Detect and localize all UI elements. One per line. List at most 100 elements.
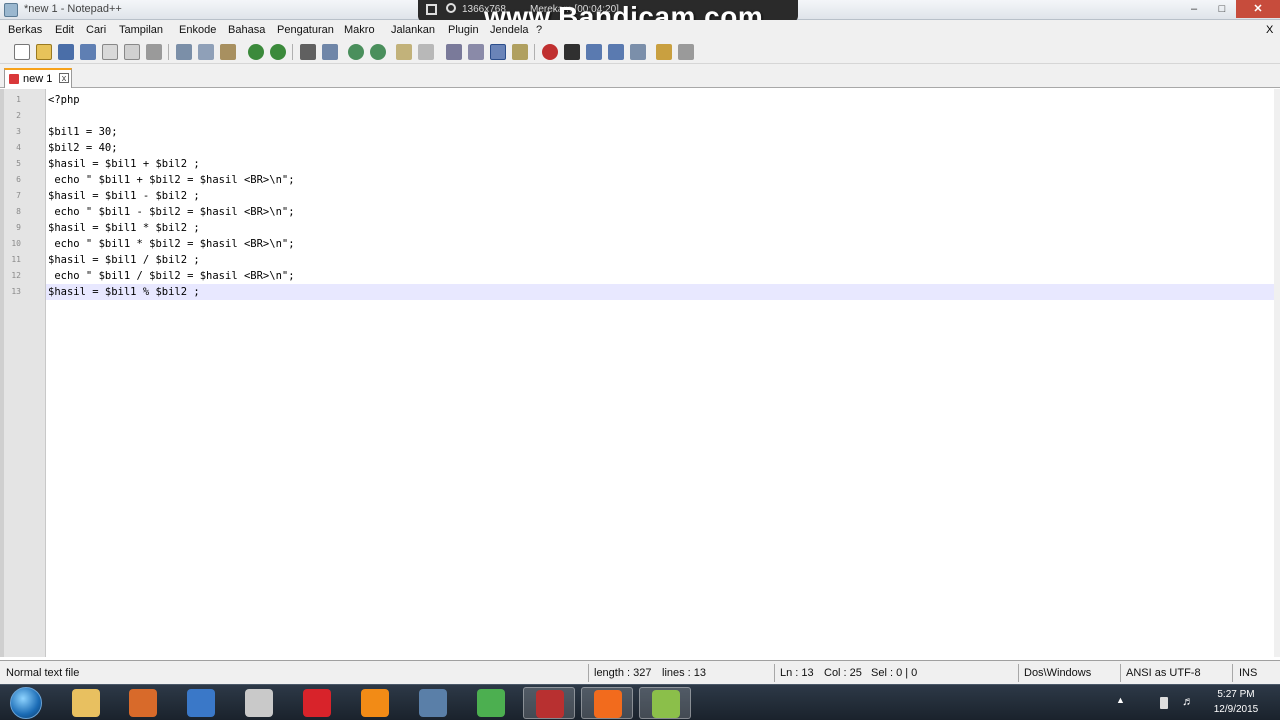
- taskbar-app[interactable]: [581, 687, 633, 719]
- menu-cari[interactable]: Cari: [86, 24, 106, 36]
- code-line[interactable]: <?php: [48, 92, 1274, 108]
- code-line[interactable]: echo " $bil1 + $bil2 = $hasil <BR>\n";: [48, 172, 1274, 188]
- sync-scroll-icon[interactable]: [396, 44, 412, 60]
- line-number: 10: [11, 239, 21, 248]
- play-macro-icon[interactable]: [586, 44, 602, 60]
- code-line[interactable]: echo " $bil1 / $bil2 = $hasil <BR>\n";: [48, 268, 1274, 284]
- open-file-icon[interactable]: [36, 44, 52, 60]
- tray-expand-icon[interactable]: ▲: [1116, 695, 1126, 707]
- menu-makro[interactable]: Makro: [344, 24, 375, 36]
- code-line[interactable]: $hasil = $bil1 * $bil2 ;: [48, 220, 1274, 236]
- battery-icon[interactable]: [1160, 697, 1168, 709]
- notepad-plus-plus-icon: [4, 3, 18, 17]
- menu-jendela[interactable]: Jendela: [490, 24, 529, 36]
- taskbar-app[interactable]: [523, 687, 575, 719]
- close-document-button[interactable]: X: [1266, 24, 1273, 36]
- stop-macro-icon[interactable]: [564, 44, 580, 60]
- code-line[interactable]: $bil2 = 40;: [48, 140, 1274, 156]
- taskbar-app[interactable]: [175, 687, 227, 719]
- word-wrap-icon[interactable]: [418, 44, 434, 60]
- status-bar: Normal text file length : 327 lines : 13…: [0, 660, 1280, 684]
- status-divider: [774, 664, 775, 682]
- window-icon[interactable]: [426, 4, 437, 15]
- save-all-icon[interactable]: [80, 44, 96, 60]
- line-number: 8: [16, 207, 21, 216]
- zoom-out-icon[interactable]: [370, 44, 386, 60]
- taskbar-app[interactable]: [465, 687, 517, 719]
- save-icon[interactable]: [58, 44, 74, 60]
- chrome-icon: [477, 689, 505, 717]
- show-all-icon[interactable]: [446, 44, 462, 60]
- close-all-icon[interactable]: [124, 44, 140, 60]
- code-line[interactable]: echo " $bil1 * $bil2 = $hasil <BR>\n";: [48, 236, 1274, 252]
- taskbar-app[interactable]: [407, 687, 459, 719]
- find-icon[interactable]: [300, 44, 316, 60]
- cut-icon[interactable]: [176, 44, 192, 60]
- taskbar-app[interactable]: [60, 687, 112, 719]
- menu-edit[interactable]: Edit: [55, 24, 74, 36]
- doc-map-icon[interactable]: [490, 44, 506, 60]
- code-line[interactable]: echo " $bil1 - $bil2 = $hasil <BR>\n";: [48, 204, 1274, 220]
- taskbar-app[interactable]: [349, 687, 401, 719]
- line-number: 11: [11, 255, 21, 264]
- new-file-icon[interactable]: [14, 44, 30, 60]
- menu-pengaturan[interactable]: Pengaturan: [277, 24, 334, 36]
- editor[interactable]: 1 2 3 4 5 6 7 8 9 10 11 12 13 <?php $bil…: [0, 89, 1280, 657]
- indent-guide-icon[interactable]: [468, 44, 484, 60]
- start-button[interactable]: [10, 687, 42, 719]
- code-line[interactable]: $hasil = $bil1 / $bil2 ;: [48, 252, 1274, 268]
- replace-icon[interactable]: [322, 44, 338, 60]
- line-number: 3: [16, 127, 21, 136]
- zoom-in-icon[interactable]: [348, 44, 364, 60]
- vlc-icon: [361, 689, 389, 717]
- code-line[interactable]: $bil1 = 30;: [48, 124, 1274, 140]
- menu-tampilan[interactable]: Tampilan: [119, 24, 163, 36]
- media-player-icon: [129, 689, 157, 717]
- paste-icon[interactable]: [220, 44, 236, 60]
- toolbar-separator: [534, 44, 535, 60]
- menu-plugin[interactable]: Plugin: [448, 24, 479, 36]
- browser-icon: [187, 689, 215, 717]
- launch-icon[interactable]: [656, 44, 672, 60]
- menu-bahasa[interactable]: Bahasa: [228, 24, 265, 36]
- trim-icon[interactable]: [678, 44, 694, 60]
- minimize-button[interactable]: –: [1180, 0, 1208, 18]
- print-icon[interactable]: [146, 44, 162, 60]
- tab-close-icon[interactable]: x: [59, 73, 69, 83]
- copy-icon[interactable]: [198, 44, 214, 60]
- line-number-gutter: 1 2 3 4 5 6 7 8 9 10 11 12 13: [4, 89, 46, 657]
- search-icon[interactable]: [446, 3, 456, 13]
- volume-icon[interactable]: ♬: [1182, 694, 1196, 708]
- menu-berkas[interactable]: Berkas: [8, 24, 42, 36]
- vertical-scrollbar[interactable]: [1274, 89, 1280, 657]
- taskbar-app[interactable]: [233, 687, 285, 719]
- status-divider: [1018, 664, 1019, 682]
- menu-jalankan[interactable]: Jalankan: [391, 24, 435, 36]
- menu-bar: Berkas Edit Cari Tampilan Enkode Bahasa …: [0, 20, 1280, 40]
- taskbar-app[interactable]: [291, 687, 343, 719]
- code-area[interactable]: <?php $bil1 = 30; $bil2 = 40; $hasil = $…: [46, 92, 1274, 300]
- tab-new-1[interactable]: new 1 x: [4, 68, 72, 88]
- taskbar-app[interactable]: [639, 687, 691, 719]
- code-line[interactable]: $hasil = $bil1 + $bil2 ;: [48, 156, 1274, 172]
- code-line[interactable]: $hasil = $bil1 - $bil2 ;: [48, 188, 1274, 204]
- maximize-button[interactable]: □: [1208, 0, 1236, 18]
- menu-enkode[interactable]: Enkode: [179, 24, 216, 36]
- run-macro-icon[interactable]: [608, 44, 624, 60]
- line-number: 2: [16, 111, 21, 120]
- record-macro-icon[interactable]: [542, 44, 558, 60]
- menu-help[interactable]: ?: [536, 24, 542, 36]
- function-list-icon[interactable]: [512, 44, 528, 60]
- undo-icon[interactable]: [248, 44, 264, 60]
- close-button[interactable]: ✕: [1236, 0, 1280, 18]
- code-line[interactable]: [48, 108, 1274, 124]
- tab-label: new 1: [23, 73, 53, 85]
- close-icon: ✕: [1253, 3, 1263, 15]
- clock-time[interactable]: 5:27 PM: [1206, 689, 1266, 700]
- current-code-line[interactable]: $hasil = $bil1 % $bil2 ;: [46, 284, 1274, 300]
- close-icon[interactable]: [102, 44, 118, 60]
- redo-icon[interactable]: [270, 44, 286, 60]
- taskbar-app[interactable]: [117, 687, 169, 719]
- clock-date[interactable]: 12/9/2015: [1206, 704, 1266, 715]
- save-macro-icon[interactable]: [630, 44, 646, 60]
